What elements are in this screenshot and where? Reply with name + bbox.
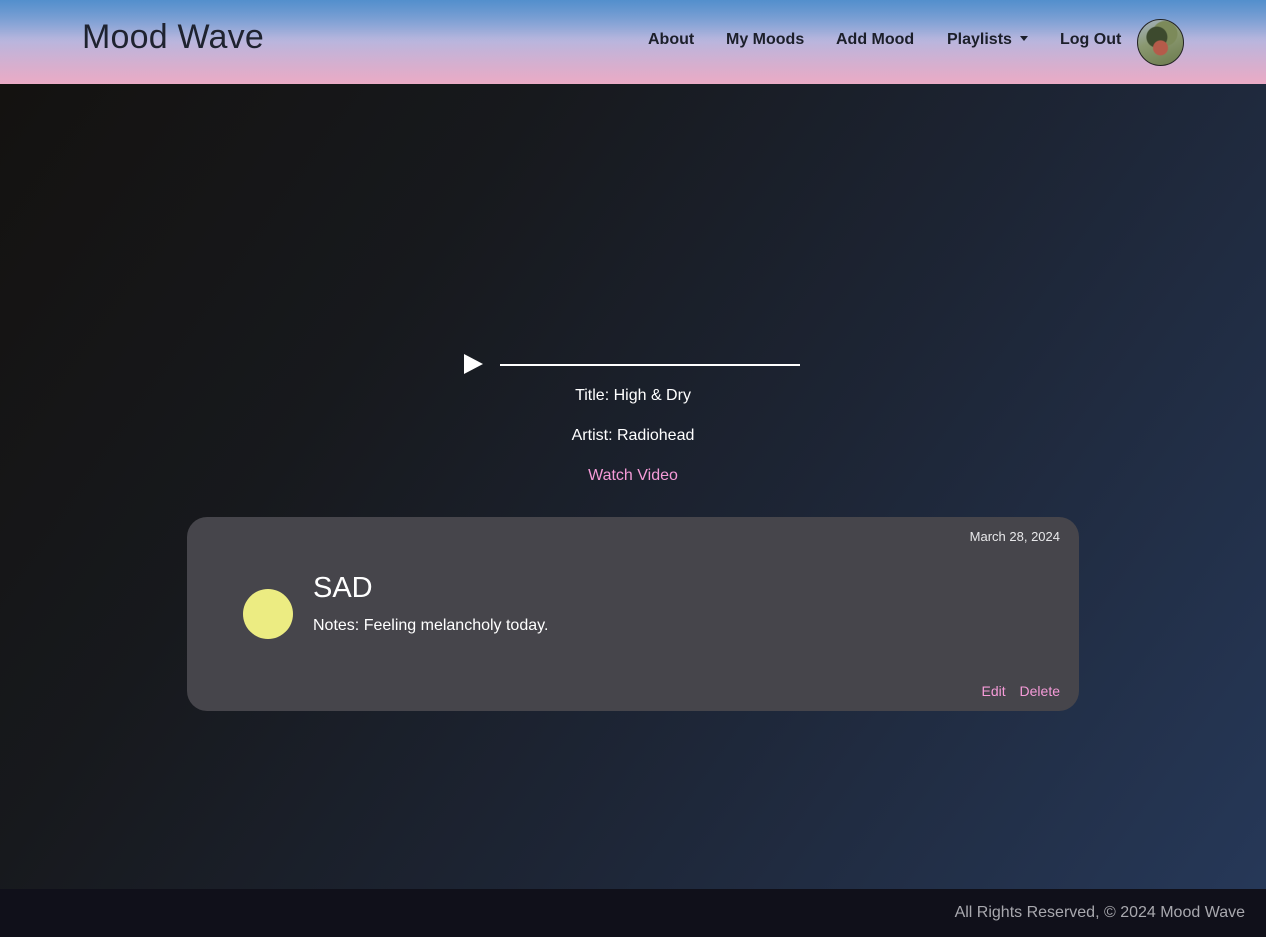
audio-progress-bar[interactable] bbox=[500, 364, 800, 366]
nav-add-mood[interactable]: Add Mood bbox=[836, 31, 914, 49]
watch-video-row: Watch Video bbox=[0, 467, 1266, 485]
nav-playlists-dropdown[interactable]: Playlists bbox=[947, 31, 1028, 49]
main-content bbox=[0, 84, 1266, 889]
mood-color-dot bbox=[243, 589, 293, 639]
audio-player bbox=[462, 352, 802, 378]
nav-my-moods[interactable]: My Moods bbox=[726, 31, 804, 49]
mood-card: March 28, 2024 SAD Notes: Feeling melanc… bbox=[187, 517, 1079, 711]
user-avatar-icon[interactable] bbox=[1137, 19, 1184, 66]
delete-mood-link[interactable]: Delete bbox=[1020, 683, 1060, 699]
mood-date: March 28, 2024 bbox=[969, 529, 1060, 544]
nav-playlists-label: Playlists bbox=[947, 31, 1012, 48]
mood-notes: Notes: Feeling melancholy today. bbox=[313, 617, 549, 634]
nav-log-out[interactable]: Log Out bbox=[1060, 31, 1121, 49]
nav-about[interactable]: About bbox=[648, 31, 694, 49]
mood-card-actions: Edit Delete bbox=[972, 683, 1060, 699]
edit-mood-link[interactable]: Edit bbox=[982, 683, 1006, 699]
play-icon[interactable] bbox=[464, 354, 483, 374]
song-artist: Artist: Radiohead bbox=[571, 427, 695, 444]
mood-name: SAD bbox=[313, 572, 373, 604]
page-footer: All Rights Reserved, © 2024 Mood Wave bbox=[0, 889, 1266, 937]
top-navbar: Mood Wave About My Moods Add Mood Playli… bbox=[0, 0, 1266, 84]
chevron-down-icon bbox=[1019, 36, 1028, 41]
song-title: Title: High & Dry bbox=[575, 387, 691, 404]
footer-copyright: All Rights Reserved, © 2024 Mood Wave bbox=[954, 904, 1245, 921]
nav-links: About My Moods Add Mood Playlists Log Ou… bbox=[0, 31, 1266, 53]
watch-video-link[interactable]: Watch Video bbox=[588, 467, 678, 484]
